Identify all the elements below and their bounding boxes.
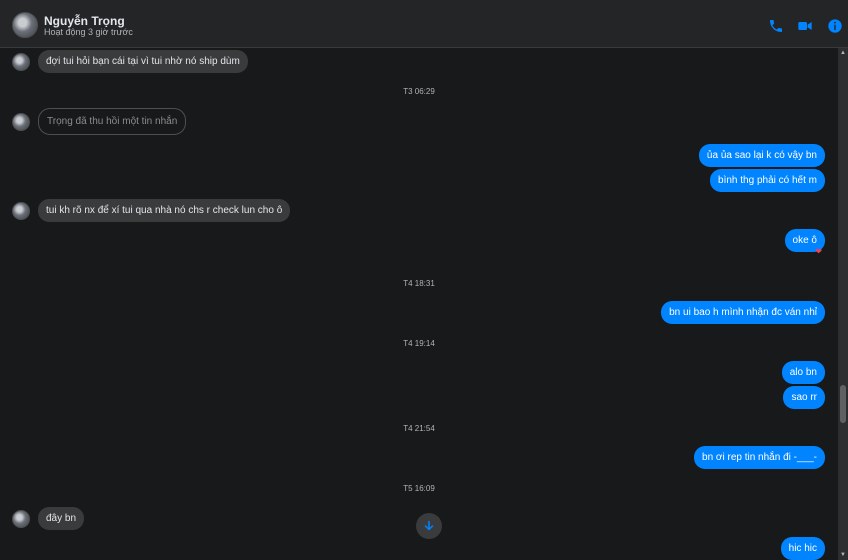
outgoing-message-bubble[interactable]: bn ơi rep tin nhắn đi -___-: [694, 446, 825, 469]
incoming-message: đây bn: [12, 507, 85, 530]
message-list: đợi tui hỏi bạn cái tại vì tui nhờ nó sh…: [0, 48, 838, 560]
incoming-message: tui kh rõ nx để xí tui qua nhà nó chs r …: [12, 199, 291, 222]
removed-message: Trọng đã thu hồi một tin nhắn: [38, 108, 187, 135]
message-timestamp: T4 18:31: [403, 279, 435, 288]
chat-header: Nguyễn Trọng Hoạt động 3 giờ trước: [0, 0, 848, 48]
contact-status: Hoạt động 3 giờ trước: [44, 27, 133, 37]
contact-name[interactable]: Nguyễn Trọng: [44, 14, 125, 28]
outgoing-message-bubble[interactable]: sao rr: [783, 386, 825, 409]
message-timestamp: T4 19:14: [403, 339, 435, 348]
video-camera-icon[interactable]: [797, 18, 813, 34]
arrow-down-icon: [424, 520, 434, 531]
outgoing-message-bubble[interactable]: hic hic: [780, 537, 825, 560]
message-timestamp: T4 21:54: [403, 424, 435, 433]
message-bubble[interactable]: đây bn: [38, 507, 85, 530]
message-bubble[interactable]: tui kh rõ nx để xí tui qua nhà nó chs r …: [38, 199, 291, 222]
outgoing-message-bubble[interactable]: alo bn: [781, 361, 825, 384]
heart-reaction-icon[interactable]: ❤: [815, 247, 822, 256]
incoming-message: đợi tui hỏi bạn cái tại vì tui nhờ nó sh…: [12, 50, 248, 73]
sender-avatar: [12, 52, 30, 71]
scrollbar-thumb[interactable]: [840, 385, 846, 423]
incoming-message: Trọng đã thu hồi một tin nhắn: [12, 108, 187, 135]
outgoing-message-bubble[interactable]: bình thg phải có hết m: [710, 169, 825, 192]
outgoing-message-bubble[interactable]: bn ui bao h mình nhận đc ván nhỉ: [661, 301, 825, 324]
outgoing-message-bubble[interactable]: ủa ủa sao lại k có vậy bn: [698, 144, 825, 167]
scroll-to-bottom-button[interactable]: [416, 513, 442, 539]
contact-avatar[interactable]: [12, 12, 38, 38]
message-timestamp: T5 16:09: [403, 484, 435, 493]
phone-icon[interactable]: [768, 18, 784, 34]
scrollbar[interactable]: ▲ ▼: [838, 48, 848, 560]
message-timestamp: T3 06:29: [403, 87, 435, 96]
scroll-down-arrow-icon[interactable]: ▼: [838, 550, 848, 560]
sender-avatar: [12, 509, 30, 528]
scroll-up-arrow-icon[interactable]: ▲: [838, 48, 848, 58]
info-icon[interactable]: [827, 18, 843, 34]
sender-avatar: [12, 112, 30, 131]
message-bubble[interactable]: đợi tui hỏi bạn cái tại vì tui nhờ nó sh…: [38, 50, 248, 73]
sender-avatar: [12, 201, 30, 220]
